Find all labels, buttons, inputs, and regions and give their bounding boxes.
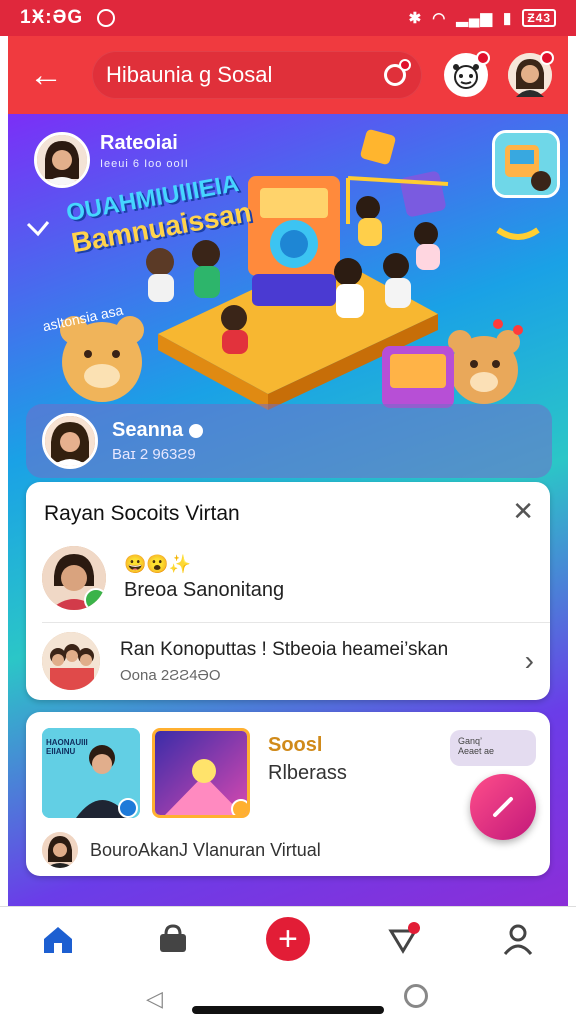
nav-home[interactable] <box>28 915 88 963</box>
app-bar: ← Hibaunia g Sosal <box>8 36 568 114</box>
banner-profile-sub: Ieeui 6 Ioo ooII <box>100 158 189 170</box>
banner-profile-name: Rateoiai <box>100 132 178 154</box>
feed-chip-line1: Ganq’ <box>458 736 483 746</box>
nav-create[interactable]: + <box>258 915 318 963</box>
toy-thumbnail[interactable] <box>492 130 560 198</box>
feed-caption: BouroAkanJ Vlanuran Virtual <box>90 840 321 860</box>
system-navigation: ◁ <box>0 970 576 1024</box>
suggestions-title: Rayan Socoits Virtan <box>44 502 240 525</box>
pencil-icon <box>493 797 513 817</box>
plus-icon: + <box>265 917 310 961</box>
avatar-badge <box>540 51 554 65</box>
user-avatar-button[interactable] <box>508 51 554 97</box>
mascot-button[interactable] <box>444 51 490 97</box>
thumbnail-title: HAONAUIII EIIAINU <box>46 738 88 756</box>
nav-shop[interactable] <box>143 915 203 963</box>
feed-subtitle: Rlberass <box>268 762 347 784</box>
notification-icon <box>388 922 421 954</box>
back-button[interactable]: ← <box>20 49 72 101</box>
list-item-title: Breoa Sanonitang <box>124 579 285 601</box>
home-icon <box>43 927 72 953</box>
chevron-right-icon[interactable]: › <box>525 645 534 677</box>
mascot-badge <box>476 51 490 65</box>
emoji-reactions: 😀😮✨ <box>124 554 192 574</box>
bluetooth-icon: ✱ <box>408 10 423 27</box>
battery-icon: ▮ <box>503 10 513 27</box>
avatar <box>42 546 106 610</box>
search-text: Hibaunia g Sosal <box>106 62 273 87</box>
suggestions-card: Rayan Socoits Virtan ✕ 😀😮✨ Breoa Sanonit… <box>26 482 550 700</box>
status-bar: 1Ӿ:ƏG ✱ ◠ ▂▄▆ ▮ Ƶ43 <box>0 0 576 36</box>
rotate-icon[interactable] <box>404 984 428 1008</box>
status-time: 1Ӿ:ƏG <box>20 7 84 28</box>
status-badge <box>84 588 106 610</box>
wifi-icon: ◠ <box>432 10 447 27</box>
avatar <box>42 832 78 868</box>
compose-fab[interactable] <box>470 774 536 840</box>
story-avatar[interactable] <box>34 132 90 188</box>
back-triangle-icon[interactable]: ◁ <box>146 986 163 1012</box>
bottom-navigation: + <box>0 906 576 971</box>
nav-notifications[interactable] <box>373 915 433 963</box>
hero-banner[interactable]: Rateoiai Ieeui 6 Ioo ooII OUAHMIUIIIEIA … <box>8 114 568 414</box>
feed-title: Soosl <box>268 734 323 756</box>
profile-sub: Baɪ 2 963Ƨ9 <box>112 446 196 463</box>
game-thumbnail <box>155 731 247 815</box>
bag-icon <box>159 924 186 952</box>
profile-strip[interactable]: Seanna Baɪ 2 963Ƨ9 <box>26 404 552 478</box>
toy-icon <box>495 133 557 195</box>
list-item[interactable]: Ran Konoputtas ! Stbeoia heamei’skan Oon… <box>42 632 534 690</box>
verified-icon <box>189 423 204 438</box>
notification-icon <box>97 9 116 27</box>
avatar <box>42 632 100 690</box>
person-icon <box>504 924 533 955</box>
main-content: Rateoiai Ieeui 6 Ioo ooII OUAHMIUIIIEIA … <box>8 114 568 906</box>
battery-level: Ƶ43 <box>522 9 556 27</box>
thumbnail-person[interactable]: HAONAUIII EIIAINU <box>42 728 140 818</box>
feed-chip[interactable]: Ganq’ Aeaet ae <box>450 730 536 766</box>
list-item[interactable]: 😀😮✨ Breoa Sanonitang <box>42 546 534 610</box>
avatar <box>37 135 87 185</box>
thumbnail-game[interactable] <box>152 728 250 818</box>
caption-avatar[interactable] <box>42 832 78 868</box>
search-bar[interactable]: Hibaunia g Sosal <box>92 51 422 99</box>
close-button[interactable]: ✕ <box>512 496 534 527</box>
signal-icon: ▂▄▆ <box>456 10 494 27</box>
arrow-left-icon: ← <box>29 55 63 94</box>
list-item-title: Ran Konoputtas ! Stbeoia heamei’skan <box>120 638 449 660</box>
profile-avatar[interactable] <box>42 413 98 469</box>
notification-dot <box>399 59 411 71</box>
notification-bell-icon[interactable] <box>384 59 411 86</box>
nav-profile[interactable] <box>488 915 548 963</box>
divider <box>42 622 550 623</box>
avatar <box>45 416 95 466</box>
feed-chip-line2: Aeaet ae <box>458 746 495 756</box>
home-gesture-bar[interactable] <box>192 1006 384 1014</box>
list-item-sub: Oona 2ƧƧ4ƏO <box>120 666 221 684</box>
banner-illustration <box>26 129 540 410</box>
close-icon: ✕ <box>512 496 534 526</box>
profile-name: Seanna <box>112 419 184 441</box>
avatar <box>42 632 100 690</box>
mascot-icon <box>453 64 479 89</box>
